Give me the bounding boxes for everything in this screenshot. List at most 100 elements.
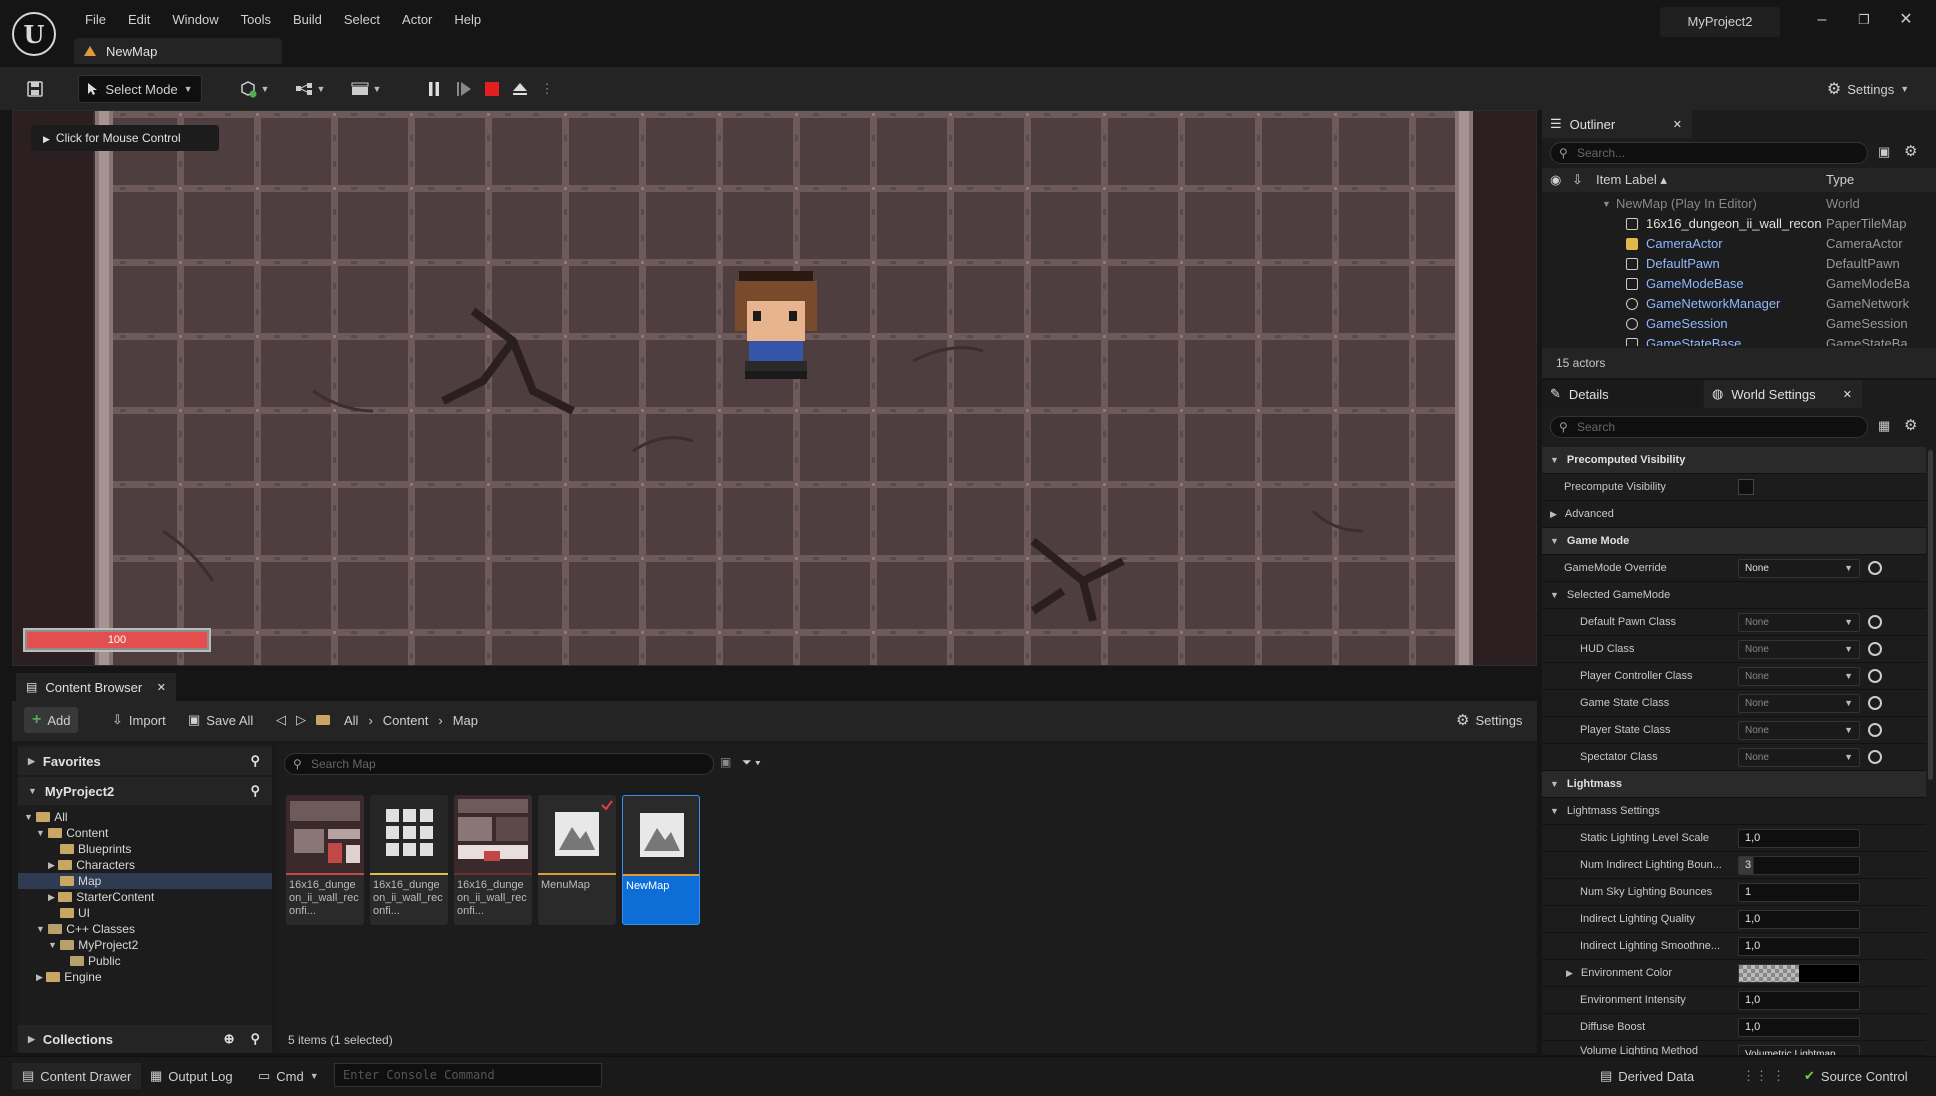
pin-icon[interactable]: ⇩: [1572, 172, 1583, 188]
reset-icon[interactable]: [1868, 723, 1882, 737]
volume-lighting-select[interactable]: Volumetric Lightmap: [1738, 1045, 1860, 1055]
save-icon[interactable]: [22, 75, 48, 103]
pause-icon[interactable]: [422, 75, 446, 103]
tree-item-engine[interactable]: ▶ Engine: [18, 969, 272, 985]
class-select[interactable]: None ▼: [1738, 639, 1860, 659]
unreal-logo-icon[interactable]: U: [12, 12, 56, 56]
more-options-icon[interactable]: ⋮: [1772, 1063, 1785, 1089]
cinematics-button[interactable]: ▼: [346, 75, 386, 103]
cmd-dropdown[interactable]: ▭ Cmd ▼: [258, 1063, 319, 1089]
category-lightmass[interactable]: ▼ Lightmass: [1542, 771, 1926, 798]
step-frame-icon[interactable]: [452, 75, 476, 103]
derived-data-button[interactable]: ▤ Derived Data: [1600, 1063, 1694, 1089]
visibility-icon[interactable]: ◉: [1550, 172, 1561, 188]
gear-icon[interactable]: ⚙: [1904, 416, 1917, 434]
reset-icon[interactable]: [1868, 561, 1882, 575]
reset-icon[interactable]: [1868, 615, 1882, 629]
tree-item-all[interactable]: ▼ All: [18, 809, 272, 825]
numeric-field[interactable]: 1,0: [1738, 909, 1860, 929]
col-item-label[interactable]: Item Label ▴: [1596, 172, 1667, 188]
tree-item-cpp-classes[interactable]: ▼ C++ Classes: [18, 921, 272, 937]
asset-tileset-2[interactable]: 16x16_dungeon_ii_wall_reconfi...: [454, 795, 532, 925]
precompute-visibility-checkbox[interactable]: [1738, 479, 1754, 495]
save-search-icon[interactable]: ▣: [720, 755, 731, 769]
tree-item-ui[interactable]: UI: [18, 905, 272, 921]
breadcrumb-map[interactable]: Map: [453, 713, 478, 728]
gamemode-override-select[interactable]: None ▼: [1738, 558, 1860, 578]
advanced-toggle[interactable]: ▶ Advanced: [1542, 501, 1926, 528]
menu-window[interactable]: Window: [161, 10, 229, 30]
save-all-button[interactable]: ▣ Save All: [180, 707, 261, 733]
table-view-icon[interactable]: ▦: [1878, 418, 1890, 434]
menu-actor[interactable]: Actor: [391, 10, 443, 30]
source-control-button[interactable]: ✔ Source Control: [1804, 1063, 1908, 1089]
content-drawer-button[interactable]: ▤ Content Drawer: [12, 1063, 142, 1089]
more-options-icon[interactable]: ⋮: [540, 75, 554, 103]
category-game-mode[interactable]: ▼ Game Mode: [1542, 528, 1926, 555]
menu-tools[interactable]: Tools: [230, 10, 282, 30]
menu-help[interactable]: Help: [443, 10, 492, 30]
tab-newmap[interactable]: NewMap: [74, 38, 282, 64]
minimize-icon[interactable]: –: [1812, 10, 1832, 30]
numeric-field[interactable]: 1: [1738, 882, 1860, 902]
class-select[interactable]: None ▼: [1738, 747, 1860, 767]
search-icon[interactable]: ⚲: [250, 753, 260, 769]
filter-icon[interactable]: ⏷ ▾: [742, 755, 761, 770]
numeric-field[interactable]: 1,0: [1738, 1017, 1860, 1037]
close-tab-icon[interactable]: ✕: [1673, 118, 1682, 131]
select-mode-dropdown[interactable]: Select Mode ▼: [78, 75, 202, 103]
asset-tileset-1[interactable]: 16x16_dungeon_ii_wall_reconfi...: [286, 795, 364, 925]
outliner-row[interactable]: GameStateBase GameStateBa: [1542, 334, 1936, 346]
outliner-search-input[interactable]: ⚲ Search...: [1550, 142, 1868, 164]
content-settings-button[interactable]: ⚙ Settings: [1448, 707, 1530, 733]
outliner-row[interactable]: GameNetworkManager GameNetwork: [1542, 294, 1936, 314]
restore-icon[interactable]: ❐: [1854, 10, 1874, 30]
asset-menumap[interactable]: MenuMap: [538, 795, 616, 925]
forward-icon[interactable]: ▷: [296, 712, 306, 728]
menu-file[interactable]: File: [74, 10, 117, 30]
close-window-icon[interactable]: ✕: [1896, 10, 1916, 30]
import-button[interactable]: ⇩ Import: [104, 707, 174, 733]
outliner-row[interactable]: DefaultPawn DefaultPawn: [1542, 254, 1936, 274]
tree-item-myproject2[interactable]: ▼ MyProject2: [18, 937, 272, 953]
class-select[interactable]: None ▼: [1738, 612, 1860, 632]
close-tab-icon[interactable]: ✕: [157, 681, 166, 694]
network-icon[interactable]: ⋮⋮: [1742, 1063, 1768, 1089]
close-tab-icon[interactable]: ✕: [1843, 388, 1852, 401]
color-swatch[interactable]: [1738, 963, 1860, 983]
add-actor-button[interactable]: ▼: [234, 75, 274, 103]
project-section[interactable]: ▼ MyProject2 ⚲: [18, 777, 272, 805]
menu-select[interactable]: Select: [333, 10, 391, 30]
numeric-field[interactable]: 3: [1738, 855, 1860, 875]
output-log-button[interactable]: ▦ Output Log: [150, 1063, 233, 1089]
eject-icon[interactable]: [508, 75, 532, 103]
reset-icon[interactable]: [1868, 669, 1882, 683]
tab-world-settings[interactable]: ◍ World Settings ✕: [1704, 380, 1862, 408]
menu-build[interactable]: Build: [282, 10, 333, 30]
tree-item-startercontent[interactable]: ▶ StarterContent: [18, 889, 272, 905]
tree-item-public[interactable]: Public: [18, 953, 272, 969]
breadcrumb-all[interactable]: All: [344, 713, 358, 728]
class-select[interactable]: None ▼: [1738, 666, 1860, 686]
numeric-field[interactable]: 1,0: [1738, 828, 1860, 848]
reset-icon[interactable]: [1868, 696, 1882, 710]
asset-tilemap[interactable]: 16x16_dungeon_ii_wall_reconfi...: [370, 795, 448, 925]
numeric-field[interactable]: 1,0: [1738, 936, 1860, 956]
col-type[interactable]: Type: [1826, 172, 1854, 187]
tree-item-map[interactable]: Map: [18, 873, 272, 889]
back-icon[interactable]: ◁: [276, 712, 286, 728]
selected-gamemode-toggle[interactable]: ▼ Selected GameMode: [1542, 582, 1926, 609]
class-select[interactable]: None ▼: [1738, 693, 1860, 713]
add-folder-icon[interactable]: ▣: [1878, 144, 1890, 160]
search-icon[interactable]: ⚲: [250, 783, 260, 799]
outliner-row[interactable]: GameSession GameSession: [1542, 314, 1936, 334]
favorites-section[interactable]: ▶ Favorites ⚲: [18, 747, 272, 775]
outliner-row[interactable]: GameModeBase GameModeBa: [1542, 274, 1936, 294]
asset-newmap[interactable]: NewMap: [622, 795, 700, 925]
outliner-row[interactable]: 16x16_dungeon_ii_wall_recon PaperTileMap: [1542, 214, 1936, 234]
menu-edit[interactable]: Edit: [117, 10, 161, 30]
reset-icon[interactable]: [1868, 642, 1882, 656]
add-button[interactable]: + Add: [24, 707, 79, 733]
outliner-row[interactable]: CameraActor CameraActor: [1542, 234, 1936, 254]
tree-item-content[interactable]: ▼ Content: [18, 825, 272, 841]
